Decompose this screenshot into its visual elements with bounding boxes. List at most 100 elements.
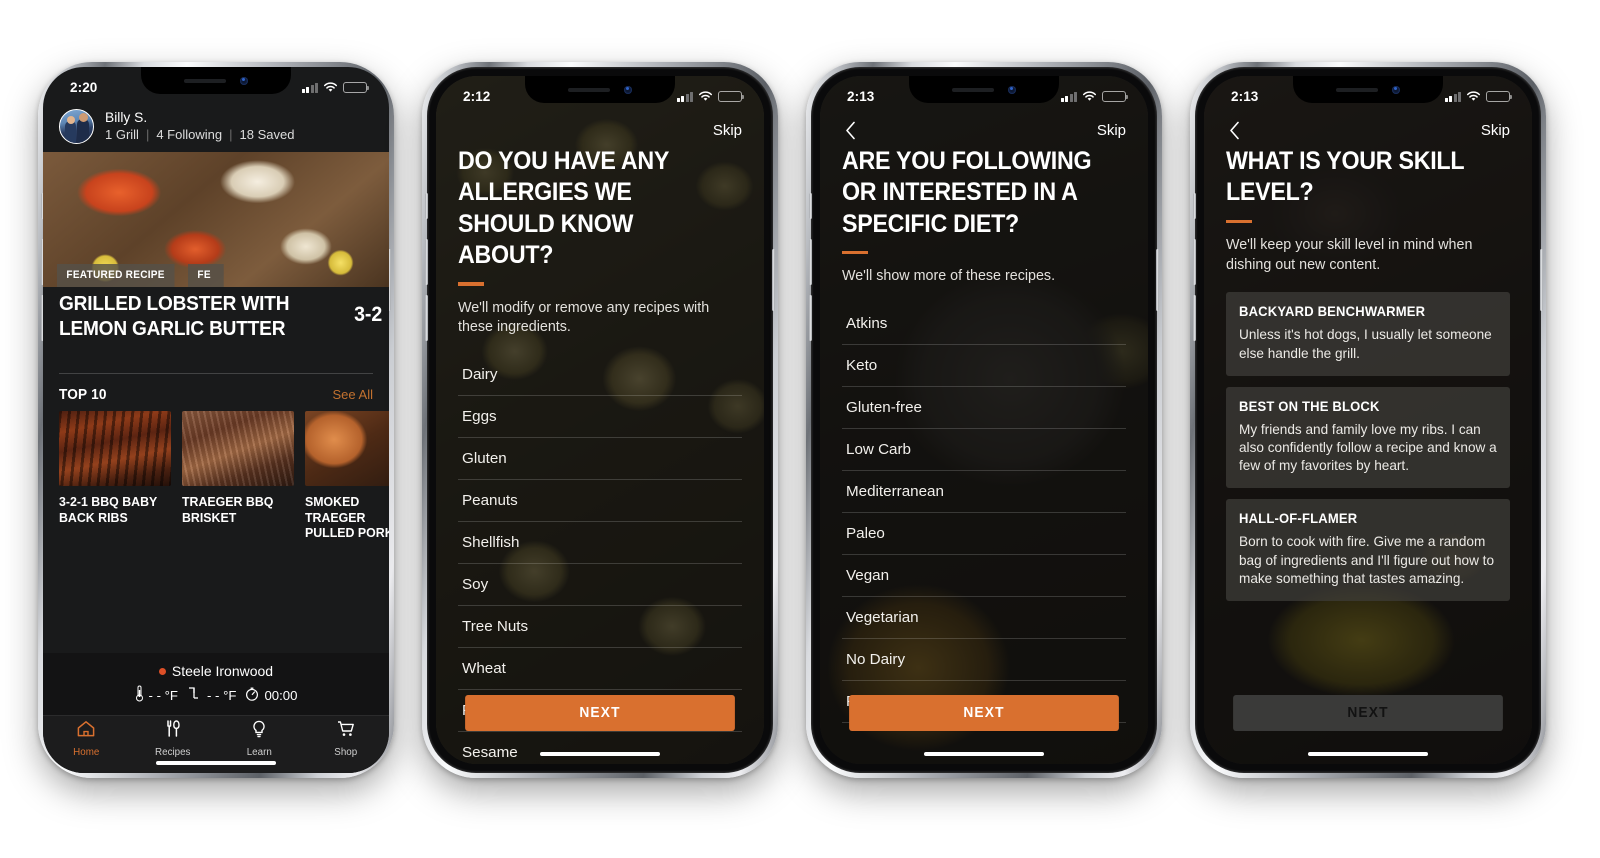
silent-switch[interactable] (1193, 193, 1196, 219)
option-row[interactable]: Vegan (842, 555, 1126, 597)
wifi-icon (1082, 91, 1097, 102)
option-row[interactable]: Gluten-free (842, 387, 1126, 429)
next-button[interactable]: NEXT (849, 695, 1119, 731)
skill-level-card[interactable]: BACKYARD BENCHWARMER Unless it's hot dog… (1226, 292, 1510, 376)
recipe-card[interactable]: SMOKED TRAEGER PULLED PORK (305, 411, 389, 541)
power-button[interactable] (1540, 249, 1543, 311)
option-row[interactable]: Dairy (458, 354, 742, 396)
next-button[interactable]: NEXT (465, 695, 735, 731)
option-row[interactable]: Gluten (458, 438, 742, 480)
phone-bezel: 2:12 Skip DO YOU HAVE ANY ALLERGIES WE S… (425, 67, 775, 773)
utensils-icon (163, 719, 183, 743)
option-row[interactable]: Atkins (842, 303, 1126, 345)
volume-up-button[interactable] (425, 239, 428, 285)
option-row[interactable]: Vegetarian (842, 597, 1126, 639)
phone-bezel: 2:13 Skip ARE YOU FOLLOWING OR INTERESTE… (809, 67, 1159, 773)
tab-home[interactable]: Home (43, 716, 130, 773)
option-row[interactable]: Sesame (458, 732, 742, 764)
stat-saved: 18 Saved (239, 127, 295, 143)
timer-icon (245, 687, 259, 704)
accent-rule (458, 282, 484, 286)
profile-header[interactable]: Billy S. 1 Grill | 4 Following | 18 Save… (43, 101, 389, 152)
volume-up-button[interactable] (809, 239, 812, 285)
home-icon (76, 720, 96, 743)
recipe-card-title: TRAEGER BBQ BRISKET (182, 494, 274, 525)
featured-recipe-next-peek: 3-2 (353, 303, 382, 326)
volume-down-button[interactable] (1193, 295, 1196, 341)
onboarding-top-bar: Skip (1204, 114, 1532, 146)
grill-status-bar[interactable]: Steele Ironwood - - °F - - °F 00:00 (43, 653, 389, 715)
notch (525, 76, 675, 103)
recipe-card[interactable]: 3-2-1 BBQ BABY BACK RIBS (59, 411, 171, 541)
volume-down-button[interactable] (809, 295, 812, 341)
home-indicator[interactable] (1308, 751, 1428, 756)
skill-level-card[interactable]: BEST ON THE BLOCK My friends and family … (1226, 386, 1510, 489)
home-indicator[interactable] (540, 751, 660, 756)
cellular-signal-icon (676, 91, 693, 102)
timer-value: 00:00 (264, 687, 298, 703)
onboarding-body: DO YOU HAVE ANY ALLERGIES WE SHOULD KNOW… (436, 146, 764, 764)
battery-icon (1102, 90, 1129, 103)
status-time: 2:13 (1231, 89, 1259, 104)
phone-diet: 2:13 Skip ARE YOU FOLLOWING OR INTERESTE… (806, 62, 1162, 778)
battery-icon (718, 90, 745, 103)
tab-label: Home (73, 746, 100, 758)
wifi-icon (323, 82, 338, 93)
option-row[interactable]: Low Carb (842, 429, 1126, 471)
volume-up-button[interactable] (1193, 239, 1196, 285)
onboarding-subtitle: We'll show more of these recipes. (842, 268, 1056, 285)
skill-level-card[interactable]: HALL-OF-FLAMER Born to cook with fire. G… (1226, 499, 1510, 602)
option-row[interactable]: Eggs (458, 396, 742, 438)
silent-switch[interactable] (425, 193, 428, 219)
front-camera-icon (240, 76, 248, 85)
next-button[interactable]: NEXT (1233, 695, 1503, 731)
featured-recipe-badge-next: FE (187, 264, 224, 287)
wifi-icon (1466, 91, 1481, 102)
probe-temp-value: - - °F (148, 687, 178, 703)
avatar[interactable] (59, 109, 94, 144)
option-row[interactable]: Keto (842, 345, 1126, 387)
thermometer-icon (135, 685, 144, 705)
top10-header: TOP 10 See All (59, 387, 373, 403)
see-all-link[interactable]: See All (333, 387, 373, 402)
top10-card-row[interactable]: 3-2-1 BBQ BABY BACK RIBS TRAEGER BBQ BRI… (59, 411, 389, 541)
home-indicator[interactable] (924, 751, 1044, 756)
option-row[interactable]: Paleo (842, 513, 1126, 555)
back-chevron-icon[interactable] (1224, 120, 1244, 140)
grill-temp-value: - - °F (206, 687, 237, 703)
option-row[interactable]: Wheat (458, 648, 742, 690)
skip-button[interactable]: Skip (713, 122, 742, 139)
status-time: 2:12 (463, 89, 491, 104)
option-row[interactable]: Peanuts (458, 480, 742, 522)
home-indicator[interactable] (156, 760, 276, 765)
skill-level-name: HALL-OF-FLAMER (1239, 510, 1358, 527)
onboarding-body: ARE YOU FOLLOWING OR INTERESTED IN A SPE… (820, 146, 1148, 764)
skill-level-list: BACKYARD BENCHWARMER Unless it's hot dog… (1226, 292, 1510, 602)
featured-recipe-block[interactable]: GRILLED LOBSTER WITH LEMON GARLIC BUTTER… (43, 291, 389, 341)
front-camera-icon (624, 85, 632, 94)
recipe-thumbnail-brisket (182, 411, 294, 486)
hero-image-lobster[interactable]: FEATURED RECIPE FE (43, 152, 389, 287)
recipe-card[interactable]: TRAEGER BBQ BRISKET (182, 411, 294, 541)
option-row[interactable]: Shellfish (458, 522, 742, 564)
power-button[interactable] (1156, 249, 1159, 311)
phone-skill-level: 2:13 Skip WHAT IS YOUR SKILL LEVEL? We'l… (1190, 62, 1546, 778)
earpiece-speaker (568, 87, 610, 92)
option-row[interactable]: Soy (458, 564, 742, 606)
tab-label: Shop (334, 746, 358, 758)
silent-switch[interactable] (809, 193, 812, 219)
featured-recipe-title: GRILLED LOBSTER WITH LEMON GARLIC BUTTER (59, 292, 290, 340)
skip-button[interactable]: Skip (1097, 122, 1126, 139)
volume-down-button[interactable] (425, 295, 428, 341)
option-row[interactable]: Tree Nuts (458, 606, 742, 648)
power-button[interactable] (772, 249, 775, 311)
tab-shop[interactable]: Shop (303, 716, 390, 773)
onboarding-question-title: WHAT IS YOUR SKILL LEVEL? (1226, 147, 1464, 207)
back-chevron-icon[interactable] (840, 120, 860, 140)
skip-button[interactable]: Skip (1481, 122, 1510, 139)
hero-badge-row: FEATURED RECIPE FE (43, 264, 389, 287)
stat-grills: 1 Grill (105, 127, 139, 143)
option-row[interactable]: Mediterranean (842, 471, 1126, 513)
skill-level-description: Born to cook with fire. Give me a random… (1239, 534, 1495, 586)
option-row[interactable]: No Dairy (842, 639, 1126, 681)
